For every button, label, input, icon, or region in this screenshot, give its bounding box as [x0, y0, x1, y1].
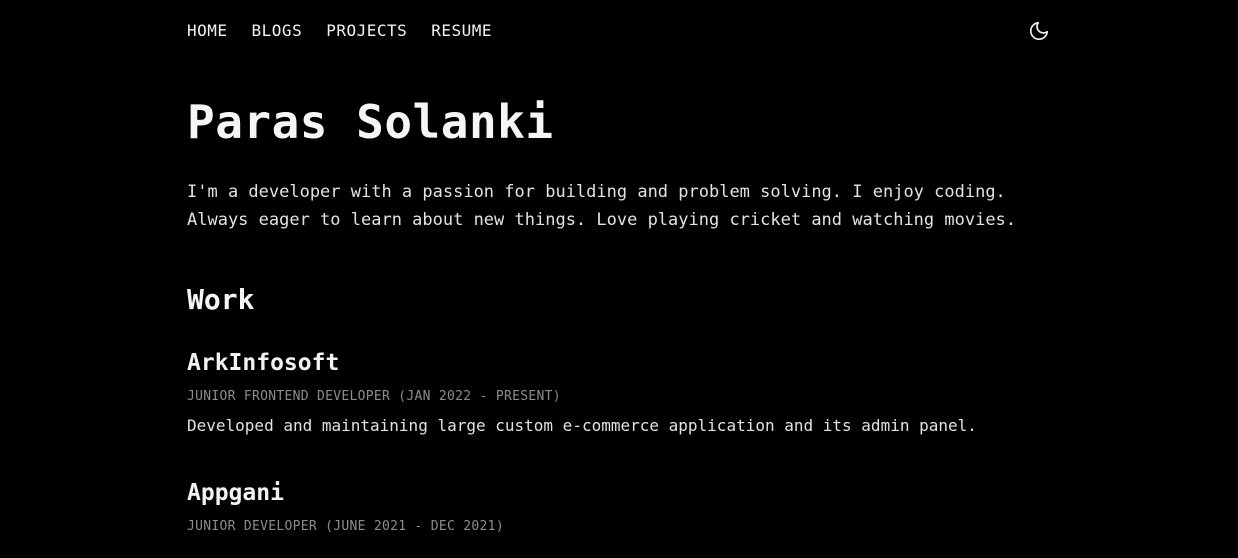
job-entry: ArkInfosoft JUNIOR FRONTEND DEVELOPER (J…	[187, 348, 1067, 438]
moon-icon	[1029, 21, 1049, 41]
company-name: ArkInfosoft	[187, 350, 340, 376]
nav-blogs-link[interactable]: BLOGS	[252, 19, 303, 43]
top-nav: HOME BLOGS PROJECTS RESUME	[187, 19, 1051, 43]
main-content: Paras Solanki I'm a developer with a pas…	[187, 92, 1067, 536]
company-name: Appgani	[187, 480, 284, 506]
nav-links: HOME BLOGS PROJECTS RESUME	[187, 19, 492, 43]
job-role: JUNIOR DEVELOPER (JUNE 2021 - DEC 2021)	[187, 519, 504, 534]
theme-toggle-button[interactable]	[1027, 19, 1051, 43]
work-section-title: Work	[187, 283, 255, 316]
bio-text: I'm a developer with a passion for build…	[187, 182, 1017, 230]
job-entry: Appgani JUNIOR DEVELOPER (JUNE 2021 - DE…	[187, 478, 1067, 536]
job-role: JUNIOR FRONTEND DEVELOPER (JAN 2022 - PR…	[187, 389, 561, 404]
page: HOME BLOGS PROJECTS RESUME Paras Solanki…	[0, 0, 1238, 558]
nav-home-link[interactable]: HOME	[187, 19, 228, 43]
job-description: Developed and maintaining large custom e…	[187, 416, 977, 435]
nav-resume-link[interactable]: RESUME	[431, 19, 492, 43]
page-title: Paras Solanki	[187, 95, 554, 149]
nav-projects-link[interactable]: PROJECTS	[326, 19, 407, 43]
